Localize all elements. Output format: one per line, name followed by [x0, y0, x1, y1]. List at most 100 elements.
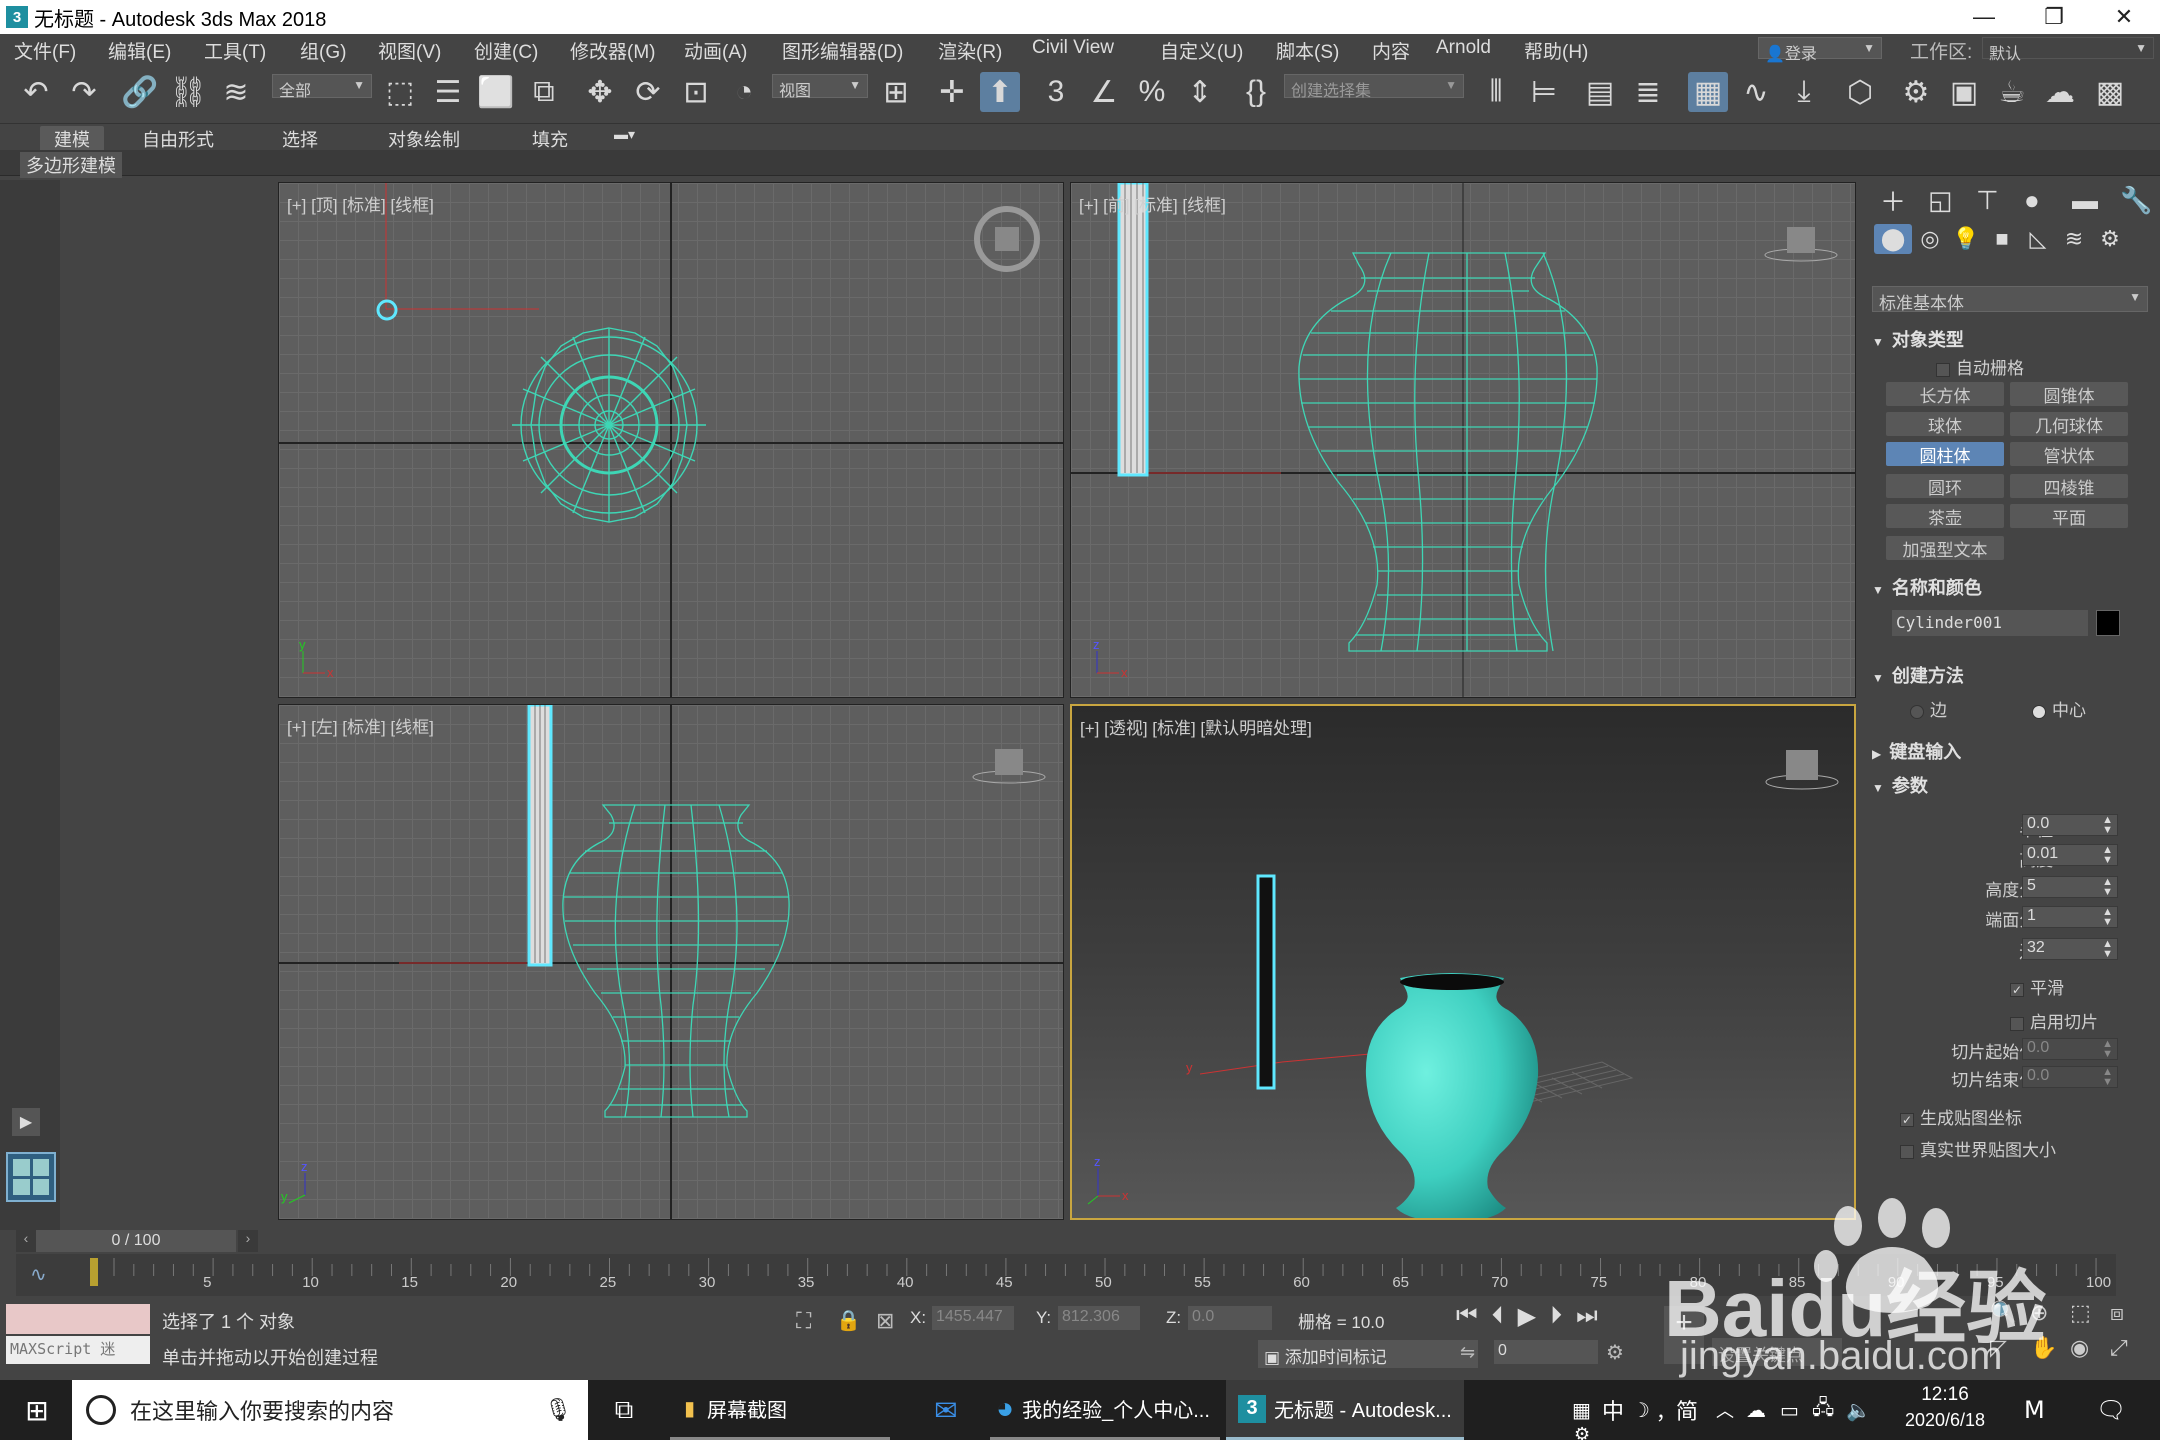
helpers-category-icon[interactable]: ◺	[2020, 226, 2056, 252]
y-coordinate-field[interactable]: 812.306	[1058, 1306, 1140, 1330]
windows-start-icon[interactable]: ⊞	[14, 1380, 60, 1440]
menu-content[interactable]: 内容	[1372, 37, 1410, 64]
maximize-button[interactable]: ❐	[2024, 0, 2084, 34]
torus-button[interactable]: 圆环	[1886, 474, 2004, 498]
onedrive-icon[interactable]: ☁	[1746, 1380, 1766, 1440]
notification-icon[interactable]: 🗨	[2096, 1380, 2126, 1440]
rendered-frame-window-icon[interactable]: ▣	[1944, 72, 1984, 112]
viewport-left[interactable]: [+] [左] [标准] [线框] zy	[278, 704, 1064, 1220]
menu-edit[interactable]: 编辑(E)	[108, 37, 171, 64]
snaps-toggle-icon[interactable]: 3	[1036, 72, 1076, 112]
window-crossing-icon[interactable]: ⧉	[524, 72, 564, 112]
viewport-label-top[interactable]: [+] [顶] [标准] [线框]	[287, 191, 434, 216]
percent-snap-icon[interactable]: %	[1132, 72, 1172, 112]
menu-customize[interactable]: 自定义(U)	[1160, 37, 1243, 64]
network-icon[interactable]: 🖧	[1812, 1380, 1834, 1440]
time-slider[interactable]: ‹ 0 / 100 ›	[16, 1228, 2116, 1254]
toggle-ribbon-icon[interactable]: ▦	[1688, 72, 1728, 112]
absolute-mode-icon[interactable]: ⊠	[876, 1308, 894, 1334]
menu-modifiers[interactable]: 修改器(M)	[570, 37, 655, 64]
prev-key-icon[interactable]: ⏴	[1492, 1302, 1504, 1334]
menu-rendering[interactable]: 渲染(R)	[938, 37, 1002, 64]
rotate-icon[interactable]: ⟳	[628, 72, 668, 112]
battery-icon[interactable]: ▭	[1780, 1380, 1799, 1440]
task-view-icon[interactable]: ⧉	[604, 1380, 644, 1440]
menu-view[interactable]: 视图(V)	[378, 37, 441, 64]
move-icon[interactable]: ✥	[580, 72, 620, 112]
viewcube-persp[interactable]	[1765, 750, 1839, 790]
keyboard-shortcut-override-icon[interactable]: ⬆	[980, 72, 1020, 112]
viewport-front[interactable]: [+] [前] [标准] [线框] zx	[1070, 182, 1856, 698]
object-color-swatch[interactable]	[2096, 610, 2120, 636]
viewcube-top[interactable]	[974, 206, 1040, 272]
viewport-label-left[interactable]: [+] [左] [标准] [线框]	[287, 713, 434, 738]
next-frame-icon[interactable]: ›	[238, 1230, 258, 1252]
clock-time[interactable]: 12:16	[1900, 1384, 1990, 1406]
curve-editor-mini-icon[interactable]: ∿	[30, 1262, 47, 1287]
zoom-extents-all-icon[interactable]: ⧈	[2110, 1300, 2150, 1335]
modify-tab-icon[interactable]: ◱	[1928, 185, 1976, 216]
viewcube-left[interactable]	[972, 749, 1046, 784]
ime-moon-icon[interactable]: ☽	[1632, 1380, 1650, 1440]
link-icon[interactable]: 🔗	[120, 72, 160, 112]
slice-from-spinner[interactable]: 0.0 ▲ ▼	[2022, 1038, 2118, 1060]
minimize-button[interactable]: —	[1954, 0, 2014, 34]
smooth-checkbox[interactable]: ✓ 平滑	[2010, 974, 2064, 999]
cameras-category-icon[interactable]: ■	[1984, 226, 2020, 252]
viewport-top[interactable]: [+] [顶] [标准] [线框] y x	[278, 182, 1064, 698]
real-world-map-checkbox[interactable]: 真实世界贴图大小	[1900, 1136, 2056, 1161]
prev-frame-icon[interactable]: ‹	[16, 1230, 36, 1252]
slice-to-spinner[interactable]: 0.0 ▲ ▼	[2022, 1066, 2118, 1088]
sides-spinner[interactable]: 32 ▲ ▼	[2022, 938, 2118, 960]
rollout-keyboard-entry[interactable]: ▶ 键盘输入	[1872, 738, 2154, 764]
menu-scripting[interactable]: 脚本(S)	[1276, 37, 1339, 64]
box-button[interactable]: 长方体	[1886, 382, 2004, 406]
time-config-icon[interactable]: ⚙	[1606, 1340, 1624, 1365]
taskbar-app-edge[interactable]: ◕ 我的经验_个人中心...	[990, 1380, 1220, 1440]
lights-category-icon[interactable]: 💡	[1948, 226, 1984, 252]
cylinder-button[interactable]: 圆柱体	[1886, 442, 2004, 466]
named-selection-sets-dropdown[interactable]: 创建选择集 ▼	[1284, 74, 1464, 100]
spacewarps-category-icon[interactable]: ≋	[2056, 226, 2092, 252]
taskbar-app-screenshot[interactable]: ▮ 屏幕截图	[670, 1380, 890, 1440]
track-bar[interactable]: ∿ 5 10 15 20 25 30 35 40 45 50 55 60 65 70 75 80 85 90 95 1…	[16, 1254, 2116, 1296]
unlink-icon[interactable]: ⛓	[168, 72, 208, 112]
reference-coord-dropdown[interactable]: 视图 ▼	[772, 74, 868, 100]
teapot-button[interactable]: 茶壶	[1886, 504, 2004, 528]
display-tab-icon[interactable]: ▬	[2072, 185, 2120, 216]
layer-explorer-icon[interactable]: ≣	[1628, 72, 1668, 112]
play-icon[interactable]: ▶	[1518, 1302, 1536, 1334]
shapes-category-icon[interactable]: ◎	[1912, 226, 1948, 252]
placement-icon[interactable]: ◔	[724, 72, 764, 112]
viewport-label-front[interactable]: [+] [前] [标准] [线框]	[1079, 191, 1226, 216]
a360-gallery-icon[interactable]: ▩	[2090, 72, 2130, 112]
isolate-selection-icon[interactable]: ⛶	[796, 1308, 811, 1334]
pan-icon[interactable]: ✋	[2030, 1335, 2070, 1370]
z-coordinate-field[interactable]: 0.0	[1188, 1306, 1272, 1330]
sphere-button[interactable]: 球体	[1886, 412, 2004, 436]
textplus-button[interactable]: 加强型文本	[1886, 536, 2004, 560]
menu-animation[interactable]: 动画(A)	[684, 37, 747, 64]
zoom-icon[interactable]: 🔍	[1990, 1300, 2030, 1335]
cone-button[interactable]: 圆锥体	[2010, 382, 2128, 406]
vase-perspective-solid[interactable]	[1365, 973, 1539, 1220]
undo-icon[interactable]: ↶	[16, 72, 56, 112]
create-tab-icon[interactable]: ＋	[1880, 182, 1928, 219]
rollout-parameters[interactable]: ▼ 参数	[1872, 772, 2154, 798]
time-slider-thumb[interactable]: 0 / 100	[36, 1230, 236, 1252]
polygon-modeling-label[interactable]: 多边形建模	[20, 152, 122, 178]
expand-arrow-icon[interactable]: ▶	[12, 1108, 40, 1136]
lock-selection-icon[interactable]: 🔒	[836, 1308, 861, 1333]
render-cloud-icon[interactable]: ☁	[2040, 72, 2080, 112]
select-by-name-icon[interactable]: ☰	[428, 72, 468, 112]
tab-freeform[interactable]: 自由形式	[142, 126, 214, 152]
selection-filter-dropdown[interactable]: 全部 ▼	[272, 74, 372, 100]
redo-icon[interactable]: ↷	[64, 72, 104, 112]
rollout-creation-method[interactable]: ▼ 创建方法	[1872, 662, 2154, 688]
menu-create[interactable]: 创建(C)	[474, 37, 538, 64]
tray-chevron-icon[interactable]: ︿	[1716, 1380, 1734, 1440]
clock-date[interactable]: 2020/6/18	[1890, 1410, 2000, 1431]
ime-simplified[interactable]: 简	[1676, 1380, 1698, 1440]
next-key-icon[interactable]: ⏵	[1550, 1302, 1562, 1334]
current-frame-spinner[interactable]: 0	[1494, 1340, 1598, 1364]
